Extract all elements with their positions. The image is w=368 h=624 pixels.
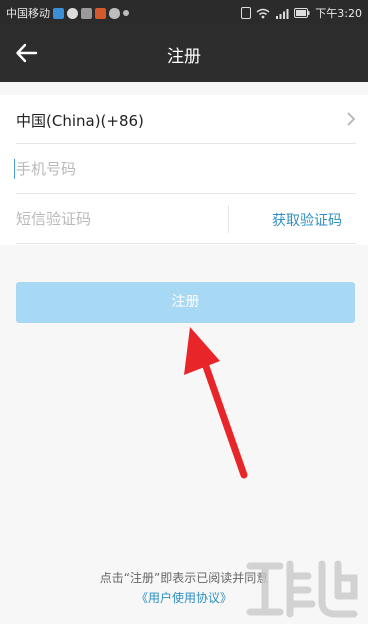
divider [16, 243, 356, 244]
get-code-button[interactable]: 获取验证码 [272, 210, 342, 230]
phone-input[interactable] [16, 155, 316, 183]
country-label: 中国(China)(+86) [16, 112, 144, 130]
chevron-right-icon [347, 112, 356, 126]
nav-bar: 注册 [0, 24, 368, 82]
annotation-arrow-icon [184, 327, 248, 479]
register-form: 中国(China)(+86) 获取验证码 [0, 95, 368, 245]
vibrate-icon [241, 7, 252, 19]
divider [16, 143, 356, 144]
signal-icon [276, 8, 289, 19]
text-cursor [14, 159, 15, 179]
divider [16, 193, 356, 194]
powerpoint-icon [95, 7, 106, 19]
carrier-name: 中国移动 [6, 7, 50, 20]
sms-code-input[interactable] [16, 205, 216, 233]
status-left: 中国移动 [6, 5, 129, 21]
chat-icon [67, 7, 78, 19]
dots-icon [123, 10, 129, 16]
bird-icon [81, 7, 92, 19]
status-bar: 中国移动 下午3:20 [0, 0, 368, 24]
phone-row [14, 145, 356, 193]
battery-icon [294, 8, 310, 18]
country-selector[interactable]: 中国(China)(+86) [16, 95, 356, 143]
page-title: 注册 [167, 47, 201, 67]
vertical-divider [228, 205, 229, 233]
qq-icon [53, 7, 64, 19]
sms-row: 获取验证码 [16, 195, 356, 243]
wifi-icon [256, 8, 270, 18]
status-right: 下午3:20 [241, 5, 362, 21]
status-time: 下午3:20 [315, 7, 362, 20]
watermark-logo [246, 560, 358, 618]
key-icon [109, 7, 120, 19]
register-button[interactable]: 注册 [16, 282, 355, 323]
